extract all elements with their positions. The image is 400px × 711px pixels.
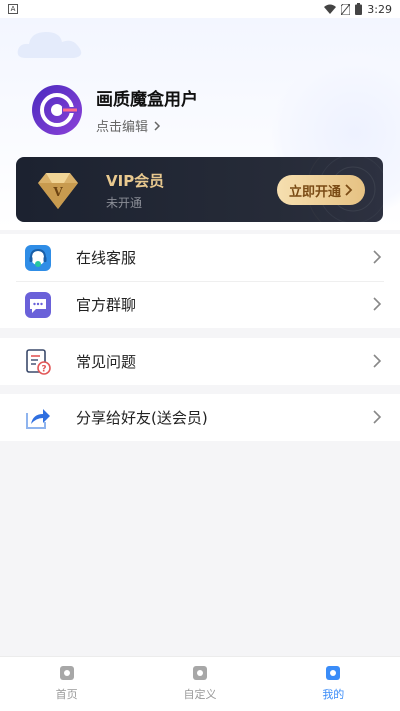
chat-bubble-icon — [24, 291, 52, 319]
menu-item-online-service[interactable]: 在线客服 — [0, 234, 400, 281]
menu-group-support: 在线客服 官方群聊 — [0, 234, 400, 328]
bottom-tab-bar: 首页 自定义 我的 — [0, 656, 400, 711]
share-icon — [24, 404, 52, 432]
menu-item-share[interactable]: 分享给好友(送会员) — [0, 394, 400, 441]
menu-label: 在线客服 — [76, 249, 137, 267]
tab-label: 首页 — [55, 688, 78, 701]
tab-profile[interactable]: 我的 — [267, 657, 400, 711]
wifi-icon — [324, 4, 337, 14]
vip-diamond-icon: V — [38, 173, 78, 209]
no-sim-icon — [341, 3, 351, 15]
edit-profile-link[interactable]: 点击编辑 — [96, 116, 198, 135]
svg-text:V: V — [52, 185, 63, 199]
vip-status: 未开通 — [106, 196, 143, 210]
faq-document-icon: ? — [24, 348, 52, 376]
battery-icon — [355, 3, 363, 15]
app-logo-icon — [40, 93, 78, 127]
customer-service-icon — [24, 244, 52, 272]
status-time: 3:29 — [367, 2, 392, 16]
menu-group-share: 分享给好友(送会员) — [0, 394, 400, 441]
chevron-right-icon — [373, 354, 382, 368]
username: 画质魔盒用户 — [96, 90, 198, 110]
svg-text:?: ? — [41, 364, 46, 374]
activate-vip-button[interactable]: 立即开通 — [277, 175, 365, 205]
profile-icon — [326, 666, 341, 680]
custom-icon — [192, 666, 207, 680]
activate-vip-label: 立即开通 — [288, 184, 341, 200]
vip-title: VIP会员 — [106, 172, 165, 190]
chevron-right-icon — [373, 410, 382, 424]
chevron-right-icon — [373, 250, 382, 264]
vip-card[interactable]: V VIP会员 未开通 立即开通 — [16, 157, 383, 222]
avatar[interactable] — [32, 85, 82, 135]
cloud-decoration — [17, 32, 82, 58]
menu-group-faq: ? 常见问题 — [0, 338, 400, 385]
menu-item-faq[interactable]: ? 常见问题 — [0, 338, 400, 385]
home-icon — [59, 666, 74, 680]
menu-label: 分享给好友(送会员) — [76, 409, 208, 427]
menu-label: 常见问题 — [76, 353, 137, 371]
chevron-right-icon — [373, 297, 382, 311]
tab-custom[interactable]: 自定义 — [133, 657, 266, 711]
menu-label: 官方群聊 — [76, 296, 137, 314]
menu-item-official-group[interactable]: 官方群聊 — [0, 281, 400, 328]
tab-home[interactable]: 首页 — [0, 657, 133, 711]
edit-profile-label: 点击编辑 — [96, 120, 149, 135]
status-bar: A 3:29 — [0, 0, 400, 18]
chevron-right-icon — [345, 184, 353, 196]
tab-label: 自定义 — [183, 688, 217, 701]
chevron-right-icon — [154, 120, 161, 131]
profile-section[interactable]: 画质魔盒用户 点击编辑 — [32, 85, 198, 135]
tab-label: 我的 — [322, 688, 345, 701]
status-indicator: A — [8, 4, 18, 14]
